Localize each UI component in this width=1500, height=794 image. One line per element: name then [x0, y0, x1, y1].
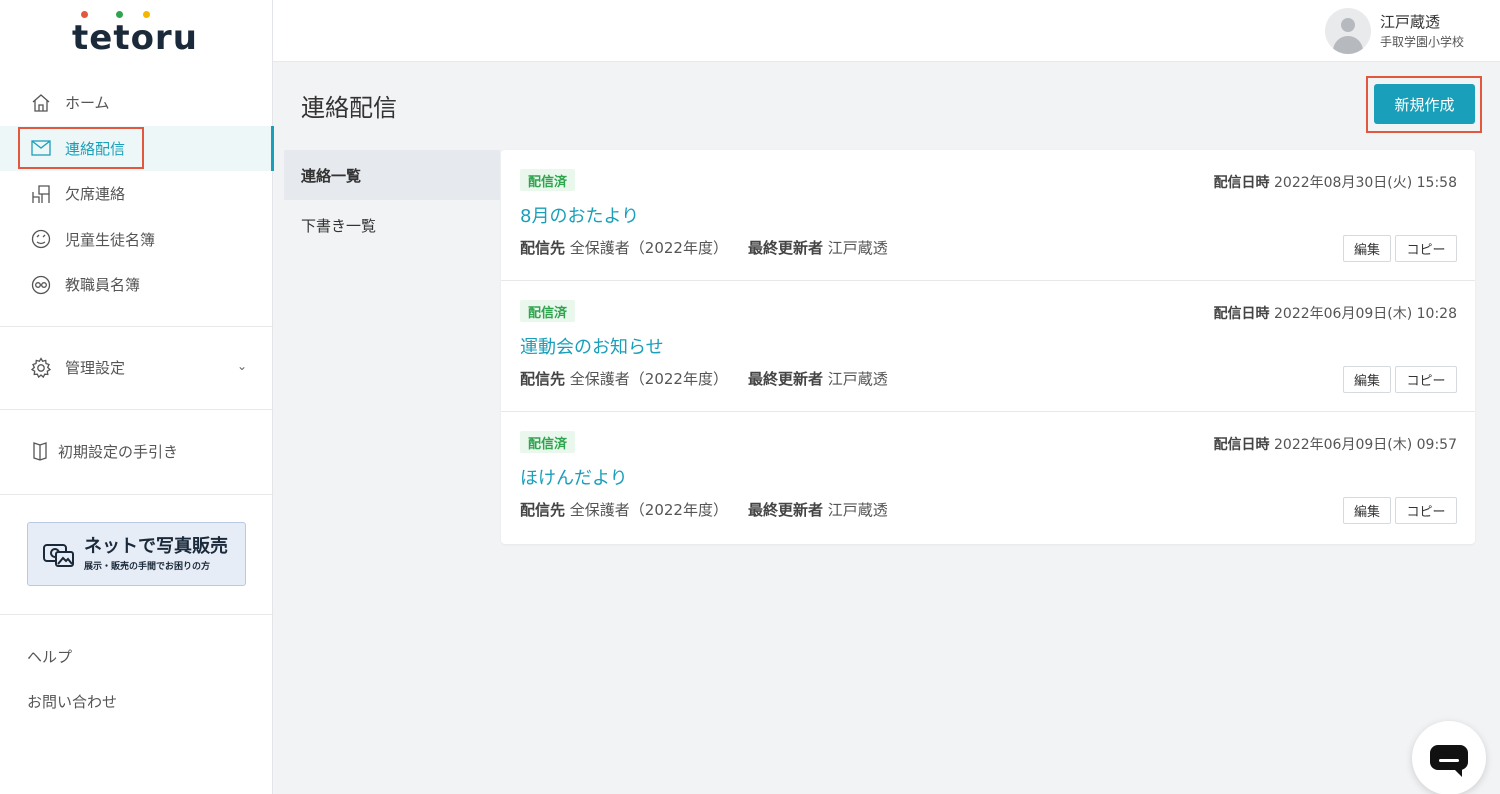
new-button-highlight: 新規作成	[1366, 76, 1482, 133]
sidebar-item-staff[interactable]: 教職員名簿	[0, 262, 273, 308]
sidebar-item-home[interactable]: ホーム	[0, 80, 273, 126]
message-title[interactable]: ほけんだより	[520, 464, 628, 490]
sidebar-item-notifications[interactable]: 連絡配信	[0, 125, 274, 171]
camera-photo-icon	[42, 539, 76, 569]
sidebar-item-label: 教職員名簿	[65, 276, 141, 295]
staff-glasses-icon	[30, 274, 52, 296]
admin-settings-label: 管理設定	[65, 359, 126, 377]
user-school: 手取学園小学校	[1380, 35, 1465, 49]
edit-button[interactable]: 編集	[1343, 497, 1391, 524]
sidebar-item-absence[interactable]: 欠席連絡	[0, 171, 273, 217]
sidebar-item-label: ホーム	[65, 94, 110, 113]
contact-link[interactable]: お問い合わせ	[27, 691, 117, 712]
tab-message-list[interactable]: 連絡一覧	[284, 150, 500, 200]
tab-draft-list[interactable]: 下書き一覧	[284, 200, 500, 250]
sidebar-item-label: 児童生徒名簿	[65, 230, 156, 249]
copy-button[interactable]: コピー	[1395, 235, 1457, 262]
top-bar: 江戸蔵透 手取学園小学校	[273, 0, 1500, 62]
message-title[interactable]: 運動会のお知らせ	[520, 333, 664, 359]
avatar[interactable]	[1325, 8, 1371, 54]
setup-guide-label: 初期設定の手引き	[58, 442, 179, 461]
edit-button[interactable]: 編集	[1343, 235, 1391, 262]
status-badge: 配信済	[520, 431, 576, 453]
tetoru-logo[interactable]: tetoru	[72, 8, 202, 58]
main-nav: ホーム 連絡配信 欠席連絡 児童生徒名簿 教職員名簿	[0, 80, 274, 308]
chevron-down-icon: ⌄	[236, 359, 247, 373]
help-link[interactable]: ヘルプ	[27, 646, 72, 667]
page-title: 連絡配信	[301, 94, 397, 122]
desk-chair-icon	[30, 183, 52, 205]
message-meta: 配信先 全保護者（2022年度） 最終更新者 江戸蔵透	[520, 501, 888, 519]
message-meta: 配信先 全保護者（2022年度） 最終更新者 江戸蔵透	[520, 370, 888, 388]
message-meta: 配信先 全保護者（2022年度） 最終更新者 江戸蔵透	[520, 239, 888, 257]
message-card: 配信済 配信日時 2022年06月09日(木) 10:28 運動会のお知らせ 配…	[501, 281, 1475, 412]
sidebar-item-setup-guide[interactable]: 初期設定の手引き	[0, 430, 273, 472]
delivery-date: 配信日時 2022年06月09日(木) 10:28	[1213, 306, 1457, 322]
banner-title: ネットで写真販売	[84, 535, 228, 557]
banner-subtitle: 展示・販売の手間でお困りの方	[84, 561, 211, 572]
edit-button[interactable]: 編集	[1343, 366, 1391, 393]
message-card: 配信済 配信日時 2022年06月09日(木) 09:57 ほけんだより 配信先…	[501, 412, 1475, 543]
logo-text: tetoru	[72, 18, 198, 58]
copy-button[interactable]: コピー	[1395, 366, 1457, 393]
sidebar-item-label: 欠席連絡	[65, 185, 126, 204]
new-create-button[interactable]: 新規作成	[1374, 84, 1475, 124]
copy-button[interactable]: コピー	[1395, 497, 1457, 524]
message-title[interactable]: 8月のおたより	[520, 202, 639, 228]
message-card: 配信済 配信日時 2022年08月30日(火) 15:58 8月のおたより 配信…	[501, 150, 1475, 281]
sub-nav: 連絡一覧 下書き一覧	[284, 150, 500, 250]
delivery-date: 配信日時 2022年08月30日(火) 15:58	[1213, 175, 1457, 191]
gear-icon	[30, 356, 52, 379]
student-face-icon	[30, 228, 52, 250]
home-icon	[30, 92, 52, 114]
status-badge: 配信済	[520, 300, 576, 322]
chat-support-button[interactable]	[1412, 721, 1486, 794]
status-badge: 配信済	[520, 169, 576, 191]
delivery-date: 配信日時 2022年06月09日(木) 09:57	[1213, 437, 1457, 453]
book-icon	[32, 441, 48, 461]
sidebar: tetoru ホーム 連絡配信 欠席連絡 児童生徒名簿 教職員名簿 管理設定 ⌄…	[0, 0, 274, 794]
sidebar-item-admin-settings[interactable]: 管理設定 ⌄	[0, 345, 273, 390]
photo-sales-banner[interactable]: ネットで写真販売 展示・販売の手間でお困りの方	[27, 522, 246, 586]
user-name: 江戸蔵透	[1380, 13, 1441, 31]
message-list: 配信済 配信日時 2022年08月30日(火) 15:58 8月のおたより 配信…	[501, 150, 1475, 544]
sidebar-item-students[interactable]: 児童生徒名簿	[0, 217, 273, 263]
chat-bubble-icon	[1430, 745, 1468, 777]
